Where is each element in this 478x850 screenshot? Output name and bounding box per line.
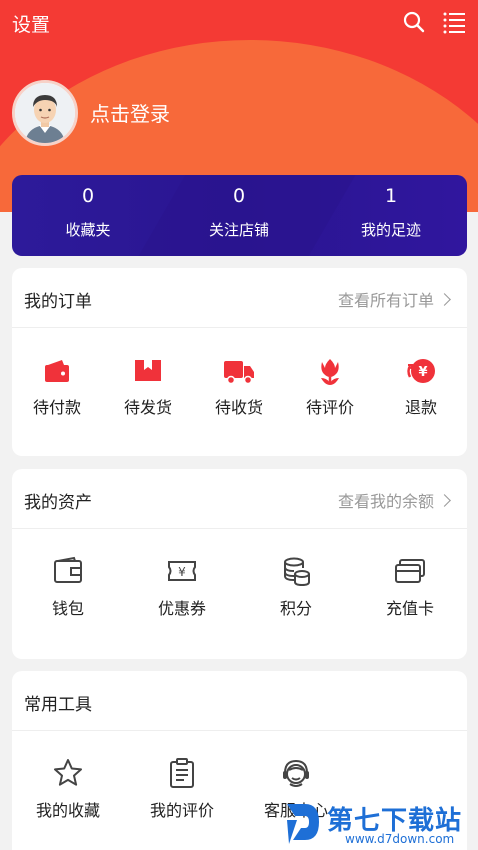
order-status-label: 待评价 [305,398,354,417]
svg-text:¥: ¥ [418,365,427,380]
coins-icon [284,557,310,587]
asset-label: 优惠券 [157,599,206,618]
asset-recharge-card[interactable]: 充值卡 [375,555,445,619]
tool-my-reviews[interactable]: 我的评价 [147,757,217,821]
tool-my-favorites[interactable]: 我的收藏 [33,757,103,821]
order-refund[interactable]: ¥ 退款 [386,356,456,418]
order-status-label: 待发货 [123,398,172,417]
settings-link[interactable]: 设置 [12,10,50,37]
truck-icon [224,361,254,385]
stat-value: 1 [384,185,398,207]
order-status-label: 待收货 [214,398,263,417]
order-pending-payment[interactable]: 待付款 [22,356,92,418]
orders-card: 我的订单 查看所有订单 待付款 待发货 待收货 待评价 ¥ 退款 [12,268,467,456]
view-balance-link[interactable]: 查看我的余额 [337,488,451,512]
stats-bar: 0 收藏夹 0 关注店铺 1 我的足迹 [12,175,467,256]
asset-label: 积分 [279,599,312,618]
stat-followed-stores[interactable]: 0 关注店铺 [164,185,314,240]
tools-card-header: 常用工具 [12,671,467,731]
view-all-orders-link[interactable]: 查看所有订单 [337,287,451,311]
login-link[interactable]: 点击登录 [90,98,170,127]
assets-card-header: 我的资产 查看我的余额 [12,469,467,529]
star-icon [54,759,82,786]
stat-favorites[interactable]: 0 收藏夹 [13,185,163,240]
tool-label: 我的评价 [149,801,214,820]
assets-card: 我的资产 查看我的余额 钱包 ¥ 优惠券 积分 充值卡 [12,469,467,659]
refund-yen-icon: ¥ [407,359,435,383]
search-icon[interactable] [402,10,426,34]
coupon-icon: ¥ [168,561,196,581]
view-all-orders-label: 查看所有订单 [337,291,434,310]
stat-label: 我的足迹 [360,221,421,239]
order-pending-shipment[interactable]: 待发货 [113,356,183,418]
svg-text:¥: ¥ [178,565,186,579]
chevron-right-icon [438,494,451,507]
asset-label: 钱包 [51,599,84,618]
customer-service-icon [283,759,309,787]
wallet-outline-icon [54,556,82,583]
avatar[interactable] [12,80,78,146]
order-pending-receipt[interactable]: 待收货 [204,356,274,418]
menu-list-icon[interactable] [442,10,466,34]
stat-value: 0 [81,185,95,207]
tool-label: 我的收藏 [35,801,100,820]
chevron-right-icon [438,293,451,306]
site-watermark: 第七下载站 www.d7down.com [283,798,478,850]
view-balance-label: 查看我的余额 [337,492,434,511]
user-avatar-icon [15,83,75,143]
assets-title: 我的资产 [24,493,92,513]
stat-value: 0 [232,185,246,207]
top-bar: 设置 [0,0,478,44]
orders-title: 我的订单 [24,292,92,312]
order-status-label: 退款 [404,398,437,417]
d7-logo-icon [287,804,319,844]
card-icon [395,559,425,583]
watermark-url: www.d7down.com [345,832,455,846]
flower-icon [321,359,339,385]
asset-wallet[interactable]: 钱包 [33,555,103,619]
clipboard-icon [170,758,194,788]
stat-label: 关注店铺 [208,221,269,239]
stat-footprints[interactable]: 1 我的足迹 [316,185,466,240]
asset-points[interactable]: 积分 [261,555,331,619]
order-pending-review[interactable]: 待评价 [295,356,365,418]
box-icon [135,360,161,381]
tools-title: 常用工具 [24,695,92,715]
stat-label: 收藏夹 [65,221,111,239]
asset-coupon[interactable]: ¥ 优惠券 [147,555,217,619]
wallet-icon [45,360,69,382]
orders-card-header: 我的订单 查看所有订单 [12,268,467,328]
asset-label: 充值卡 [385,599,434,618]
order-status-label: 待付款 [32,398,81,417]
